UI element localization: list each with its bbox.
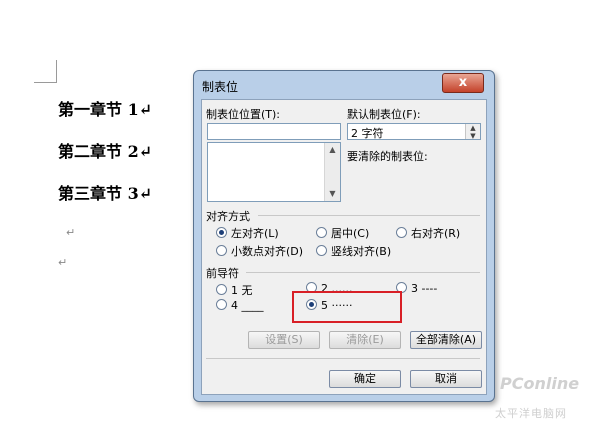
- radio-icon: [316, 245, 327, 256]
- radio-label: 4 ____: [231, 299, 264, 312]
- radio-align-left[interactable]: 左对齐(L): [216, 225, 279, 241]
- spin-up-icon[interactable]: ▲: [466, 124, 480, 132]
- divider: [246, 272, 480, 273]
- scroll-up-icon[interactable]: ▲: [325, 143, 340, 157]
- ok-button[interactable]: 确定: [329, 370, 401, 388]
- dialog-title: 制表位: [202, 80, 239, 94]
- set-button[interactable]: 设置(S): [248, 331, 320, 349]
- default-tab-stepper[interactable]: 2 字符 ▲ ▼: [347, 123, 481, 140]
- spin-buttons[interactable]: ▲ ▼: [465, 124, 480, 139]
- highlight-box: [292, 291, 402, 323]
- page-corner-mark: [34, 60, 57, 83]
- clear-all-button[interactable]: 全部清除(A): [410, 331, 482, 349]
- radio-icon: [316, 227, 327, 238]
- radio-icon: [216, 299, 227, 310]
- watermark-logo: PConline: [500, 374, 580, 393]
- paragraph-mark: ↵: [58, 256, 68, 269]
- radio-leader-dashes[interactable]: 3 ----: [396, 282, 437, 295]
- divider: [258, 215, 480, 216]
- heading-1: 第一章节 1↵: [58, 100, 153, 119]
- radio-leader-none[interactable]: 1 无: [216, 282, 253, 298]
- radio-align-center[interactable]: 居中(C): [316, 225, 369, 241]
- spin-down-icon[interactable]: ▼: [466, 132, 480, 140]
- default-tab-value: 2 字符: [351, 127, 384, 140]
- radio-icon: [396, 227, 407, 238]
- heading-2: 第二章节 2↵: [58, 142, 153, 161]
- to-clear-label: 要清除的制表位:: [347, 150, 428, 163]
- heading-3: 第三章节 3↵: [58, 184, 153, 203]
- radio-checked-icon: [216, 227, 227, 238]
- radio-label: 3 ----: [411, 282, 438, 295]
- alignment-title: 对齐方式: [206, 210, 250, 223]
- divider: [206, 358, 480, 359]
- radio-label: 居中(C): [331, 227, 370, 240]
- clear-button[interactable]: 清除(E): [329, 331, 401, 349]
- scroll-down-icon[interactable]: ▼: [325, 187, 340, 201]
- radio-label: 小数点对齐(D): [231, 245, 304, 258]
- dialog-titlebar[interactable]: 制表位 x: [194, 71, 494, 99]
- watermark-subtitle: 太平洋电脑网: [495, 407, 567, 420]
- list-scrollbar[interactable]: ▲ ▼: [324, 143, 340, 201]
- dialog-client: 制表位位置(T): ▲ ▼ 默认制表位(F): 2 字符 ▲ ▼ 要清除的制表位…: [201, 99, 487, 395]
- radio-label: 左对齐(L): [231, 227, 279, 240]
- default-tab-label: 默认制表位(F):: [347, 108, 421, 121]
- leader-title: 前导符: [206, 267, 239, 280]
- close-button[interactable]: x: [442, 73, 484, 93]
- radio-icon: [216, 284, 227, 295]
- radio-align-bar[interactable]: 竖线对齐(B): [316, 243, 391, 259]
- close-icon: x: [458, 75, 468, 90]
- tab-position-input[interactable]: [207, 123, 341, 140]
- radio-label: 竖线对齐(B): [331, 245, 392, 258]
- tabs-dialog: 制表位 x 制表位位置(T): ▲ ▼ 默认制表位(F): 2 字符 ▲ ▼ 要…: [193, 70, 495, 402]
- paragraph-mark: ↵: [66, 226, 76, 239]
- radio-leader-underline[interactable]: 4 ____: [216, 299, 264, 312]
- tab-position-label: 制表位位置(T):: [206, 108, 281, 121]
- radio-label: 1 无: [231, 284, 253, 297]
- radio-label: 右对齐(R): [411, 227, 461, 240]
- tab-position-list[interactable]: ▲ ▼: [207, 142, 341, 202]
- radio-align-right[interactable]: 右对齐(R): [396, 225, 460, 241]
- cancel-button[interactable]: 取消: [410, 370, 482, 388]
- radio-align-decimal[interactable]: 小数点对齐(D): [216, 243, 303, 259]
- radio-icon: [216, 245, 227, 256]
